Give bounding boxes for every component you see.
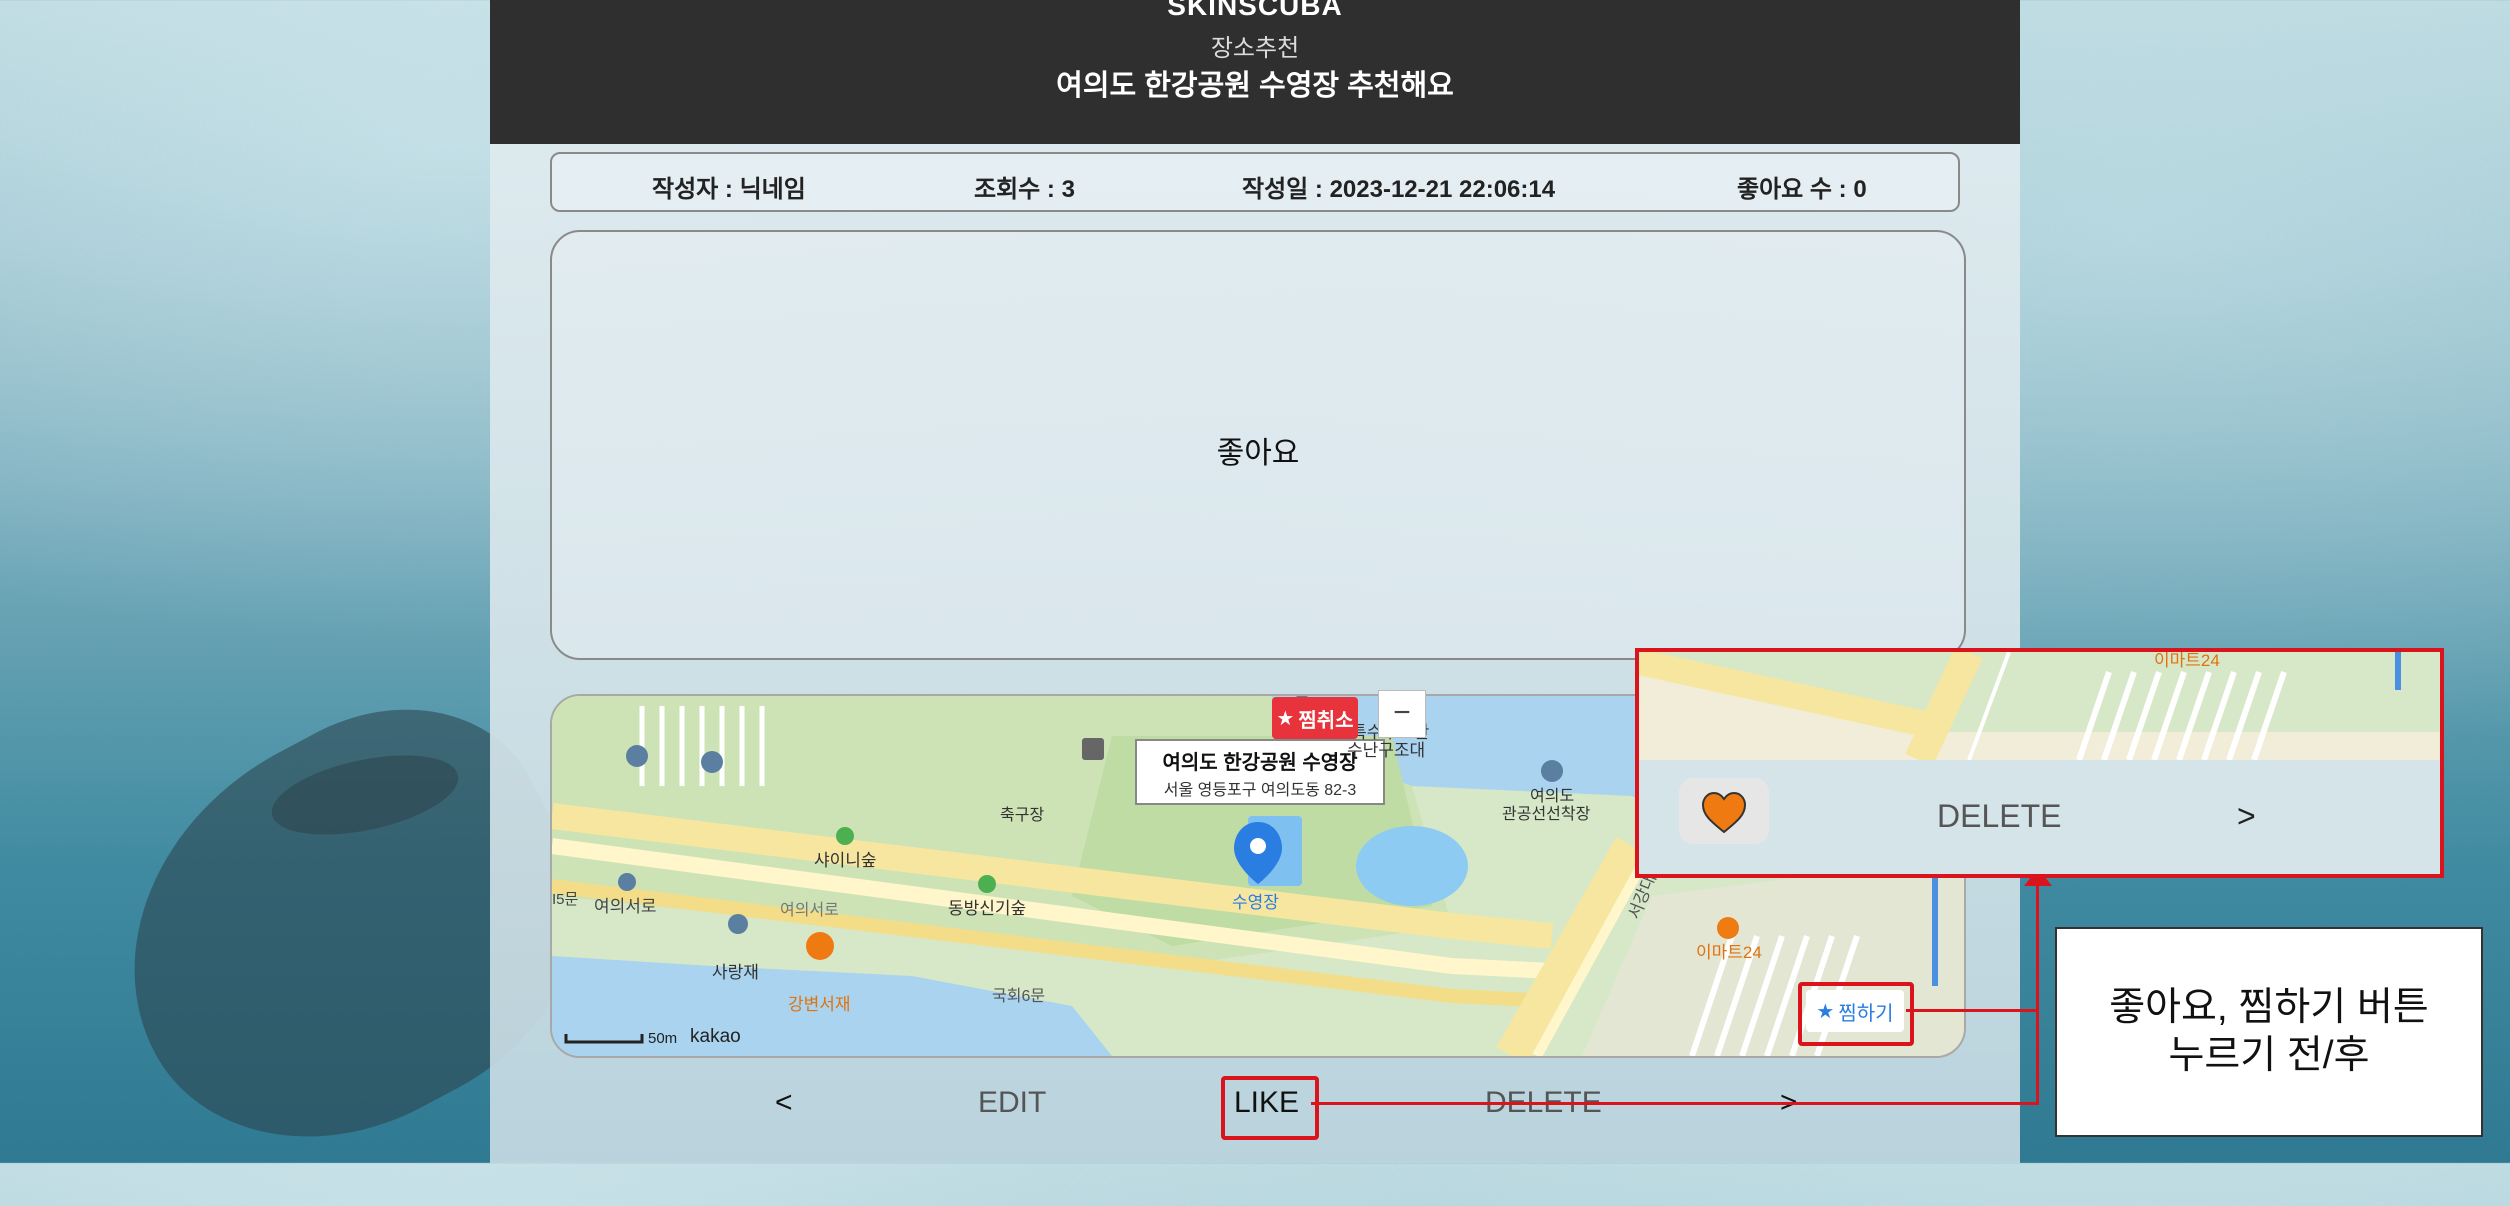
map-label-dongbang: 동방신기숲	[948, 899, 1027, 918]
map-label-soccer: 축구장	[1000, 807, 1045, 824]
prev-post-button[interactable]: <	[775, 1086, 793, 1120]
annotation-line-1: 좋아요, 찜하기 버튼	[2109, 986, 2429, 1029]
zzim-cancel-label: 찜취소	[1298, 709, 1354, 732]
views-label: 조회수 : 3	[974, 176, 1075, 203]
after-state-callout: 이마트24 DELETE >	[1635, 648, 2444, 878]
annotation-line-2: 누르기 전/후	[2168, 1034, 2370, 1077]
post-title: 여의도 한강공원 수영장 추천해요	[1056, 70, 1454, 102]
like-highlight	[1221, 1076, 1319, 1140]
author-label: 작성자 : 닉네임	[652, 176, 806, 203]
post-content: 좋아요	[550, 230, 1966, 660]
post-category: 장소추천	[1210, 35, 1300, 62]
post-meta: 작성자 : 닉네임 조회수 : 3 작성일 : 2023-12-21 22:06…	[550, 152, 1960, 212]
connector-like	[1311, 1102, 2039, 1105]
kakao-logo[interactable]: kakao	[690, 1026, 741, 1048]
map-label-forest: 샤이니숲	[814, 851, 877, 870]
callout-next-button[interactable]: >	[2237, 798, 2256, 835]
map-label-gukhoe: 국회6문	[992, 988, 1046, 1005]
zzim-cancel-button[interactable]: ★ 찜취소	[1272, 697, 1358, 739]
zzim-highlight	[1798, 982, 1914, 1046]
map-label-yeouiseoro: 여의서로	[594, 897, 657, 916]
connector-zzim	[1906, 1009, 2039, 1012]
heart-icon	[1701, 791, 1747, 834]
map-label-yeouiseoro2: 여의서로	[780, 902, 839, 919]
brand-logo[interactable]: SKINSCUBA	[490, 0, 2020, 22]
connector-vertical	[2036, 874, 2039, 1105]
map-label-fire2: 수난구조대	[1347, 741, 1426, 760]
map-label-gate5: I5문	[552, 891, 579, 908]
map-label-sarangjae: 사랑재	[712, 963, 759, 982]
post-body: 좋아요	[1216, 437, 1300, 470]
like-button-active[interactable]	[1679, 778, 1769, 844]
date-label: 작성일 : 2023-12-21 22:06:14	[1242, 176, 1556, 203]
page-header: SKINSCUBA 장소추천 여의도 한강공원 수영장 추천해요	[490, 0, 2020, 144]
post-panel: SKINSCUBA 장소추천 여의도 한강공원 수영장 추천해요 작성자 : 닉…	[490, 0, 2020, 1163]
callout-map	[1639, 652, 2440, 760]
map-label-gangbyeon: 강변서재	[788, 995, 851, 1014]
map-label-pool: 수영장	[1232, 893, 1279, 912]
callout-map-label: 이마트24	[2154, 651, 2220, 670]
callout-delete-button[interactable]: DELETE	[1937, 798, 2061, 835]
star-icon: ★	[1276, 707, 1295, 730]
info-window-address: 서울 영등포구 여의도동 82-3	[1163, 782, 1357, 799]
map-label-dock2: 관공선선착장	[1502, 806, 1591, 823]
likes-count-label: 좋아요 수 : 0	[1737, 176, 1867, 203]
map-scale-label: 50m	[648, 1030, 678, 1047]
map-label-emart: 이마트24	[1696, 943, 1762, 962]
edit-button[interactable]: EDIT	[978, 1086, 1046, 1120]
annotation-note: 좋아요, 찜하기 버튼 누르기 전/후	[2055, 927, 2483, 1137]
zoom-out-button[interactable]: −	[1378, 690, 1426, 738]
